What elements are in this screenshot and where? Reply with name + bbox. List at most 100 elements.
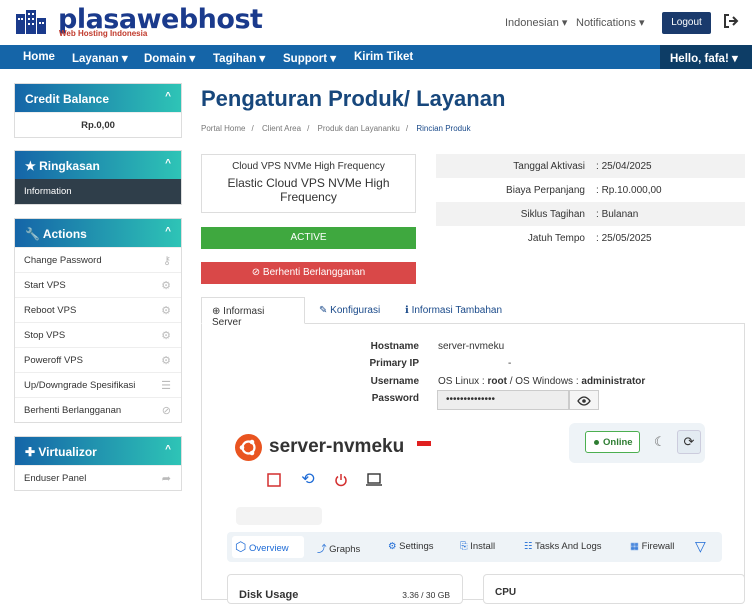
vm-tab-graphs[interactable]: ⤴ Graphs: [317, 541, 360, 555]
sidebar-item-information[interactable]: Information: [15, 179, 181, 204]
globe-icon: ⊕: [212, 306, 221, 317]
logout-icon[interactable]: [723, 13, 739, 29]
sidebar-item-enduser-panel[interactable]: Enduser Panel ➦: [15, 465, 181, 490]
notifications-menu[interactable]: Notifications ▾: [576, 16, 645, 29]
poweroff-vm-button[interactable]: [329, 469, 353, 491]
username-label: Username: [370, 376, 419, 387]
vm-hostname: server-nvmeku: [269, 436, 405, 457]
page-title: Pengaturan Produk/ Layanan: [201, 86, 506, 111]
tasks-icon: ☷: [524, 541, 533, 552]
disk-usage-value: 3.36 / 30 GB: [402, 590, 450, 600]
virtualizor-header[interactable]: ✚ Virtualizor ^: [15, 437, 181, 465]
logout-button[interactable]: Logout: [662, 12, 711, 34]
sidebar-item-berhenti-berlangganan[interactable]: Berhenti Berlangganan ⊘: [15, 397, 181, 422]
primary-ip-label: Primary IP: [369, 358, 419, 369]
stop-vm-button[interactable]: [262, 469, 286, 491]
restart-vm-button[interactable]: ⟲: [296, 469, 320, 491]
chevron-down-icon[interactable]: ▽: [695, 538, 706, 555]
nav-tagihan[interactable]: Tagihan ▾: [213, 51, 265, 65]
power-icon: [335, 474, 347, 487]
main-nav: Home Layanan ▾ Domain ▾ Tagihan ▾ Suppor…: [0, 45, 752, 69]
product-tier: Cloud VPS NVMe High Frequency: [232, 161, 385, 172]
breadcrumb: Portal Home / Client Area / Produk dan Lay…: [201, 124, 471, 133]
cogs-icon: ⚙: [161, 305, 171, 317]
breadcrumb-portal-home[interactable]: Portal Home: [201, 124, 245, 133]
chevron-up-icon: ^: [165, 226, 171, 237]
console-vm-button[interactable]: [362, 469, 386, 491]
billing-row: Tanggal Aktivasi: 25/04/2025: [436, 154, 745, 178]
credit-balance-header[interactable]: Credit Balance ^: [15, 84, 181, 112]
tab-informasi-server[interactable]: ⊕ Informasi Server: [201, 297, 305, 328]
restart-icon: ⟲: [301, 471, 315, 488]
loading-placeholder: [236, 507, 322, 525]
billing-info: Tanggal Aktivasi: 25/04/2025 Biaya Perpa…: [436, 154, 745, 250]
info-icon: ℹ: [405, 305, 409, 316]
cogs-icon: ⚙: [161, 355, 171, 367]
nav-kirim-tiket[interactable]: Kirim Tiket: [354, 51, 413, 63]
vm-tab-settings[interactable]: ⚙ Settings: [388, 541, 434, 552]
chevron-up-icon: ^: [165, 91, 171, 102]
share-icon: ➦: [161, 473, 171, 485]
install-icon: ⎘: [460, 541, 468, 552]
disk-usage-title: Disk Usage: [239, 589, 299, 601]
billing-row: Biaya Perpanjang: Rp.10.000,00: [506, 185, 662, 196]
sidebar-item-reboot-vps[interactable]: Reboot VPS ⚙: [15, 297, 181, 322]
cancel-subscription-button[interactable]: ⊘ Berhenti Berlangganan: [201, 262, 416, 284]
actions-panel: 🔧 Actions ^ Change Password ⚷ Start VPS ⚙ R…: [14, 218, 182, 423]
info-tabs: ⊕ Informasi Server ✎ Konfigurasi ℹ Infor…: [201, 297, 745, 328]
tab-konfigurasi[interactable]: ✎ Konfigurasi: [309, 297, 390, 324]
user-menu[interactable]: Hello, fafa! ▾: [660, 45, 752, 69]
brand-tagline: Web Hosting Indonesia: [59, 29, 148, 38]
sidebar-item-stop-vps[interactable]: Stop VPS ⚙: [15, 322, 181, 347]
stop-icon: [267, 473, 281, 487]
hostname-label: Hostname: [370, 341, 419, 352]
sidebar-item-change-password[interactable]: Change Password ⚷: [15, 247, 181, 272]
vm-tab-install[interactable]: ⎘ Install: [460, 541, 495, 552]
nav-domain[interactable]: Domain ▾: [144, 51, 195, 65]
virtualizor-panel: ✚ Virtualizor ^ Enduser Panel ➦: [14, 436, 182, 491]
username-value: OS Linux : root / OS Windows : administr…: [438, 376, 646, 387]
sidebar-item-poweroff-vps[interactable]: Poweroff VPS ⚙: [15, 347, 181, 372]
password-label: Password: [371, 393, 419, 404]
language-selector[interactable]: Indonesian ▾: [505, 16, 567, 29]
refresh-icon: ⟳: [683, 434, 695, 449]
billing-row: Siklus Tagihan: Bulanan: [436, 202, 745, 226]
vm-panel-tabs: ⬡ Overview ⤴ Graphs ⚙ Settings ⎘ Install…: [227, 532, 722, 562]
refresh-button[interactable]: ⟳: [677, 430, 701, 454]
product-name: Elastic Cloud VPS NVMe High Frequency: [227, 176, 390, 204]
breadcrumb-produk[interactable]: Produk dan Layananku: [318, 124, 400, 133]
top-header: plasawebhost Web Hosting Indonesia Indon…: [0, 0, 752, 44]
chevron-up-icon: ^: [165, 444, 171, 455]
nav-layanan[interactable]: Layanan ▾: [72, 51, 128, 65]
cpu-title: CPU: [495, 587, 517, 598]
settings-icon: ⚙: [388, 541, 397, 552]
status-badge: ACTIVE: [201, 227, 416, 249]
wrench-icon: ✎: [319, 305, 328, 316]
show-password-button[interactable]: [569, 390, 599, 410]
moon-icon[interactable]: ☾: [654, 434, 666, 450]
vm-tab-tasks-logs[interactable]: ☷ Tasks And Logs: [524, 541, 602, 552]
nav-home[interactable]: Home: [23, 51, 55, 63]
cogs-icon: ⚙: [161, 280, 171, 292]
graph-icon: ⤴: [317, 544, 327, 555]
vm-tab-firewall[interactable]: ▦ Firewall: [630, 541, 674, 552]
list-icon: ☰: [161, 380, 171, 392]
summary-panel: ★ Ringkasan ^ Information: [14, 150, 182, 205]
tab-informasi-tambahan[interactable]: ℹ Informasi Tambahan: [395, 297, 512, 324]
ban-icon: ⊘: [161, 405, 171, 417]
nav-support[interactable]: Support ▾: [283, 51, 336, 65]
actions-header[interactable]: 🔧 Actions ^: [15, 219, 181, 247]
credit-balance-panel: Credit Balance ^ Rp.0,00: [14, 83, 182, 138]
eye-icon: [577, 396, 591, 406]
building-logo-icon: [16, 10, 46, 34]
sidebar-item-start-vps[interactable]: Start VPS ⚙: [15, 272, 181, 297]
cogs-icon: ⚙: [161, 330, 171, 342]
cube-icon: ⬡: [235, 539, 247, 554]
credit-balance-value: Rp.0,00: [15, 112, 181, 137]
sidebar-item-up-downgrade[interactable]: Up/Downgrade Spesifikasi ☰: [15, 372, 181, 397]
breadcrumb-client-area[interactable]: Client Area: [262, 124, 301, 133]
vm-tab-overview[interactable]: ⬡ Overview: [235, 539, 289, 555]
password-field[interactable]: ••••••••••••••: [437, 390, 569, 410]
breadcrumb-rincian: Rincian Produk: [416, 124, 471, 133]
summary-header[interactable]: ★ Ringkasan ^: [15, 151, 181, 179]
